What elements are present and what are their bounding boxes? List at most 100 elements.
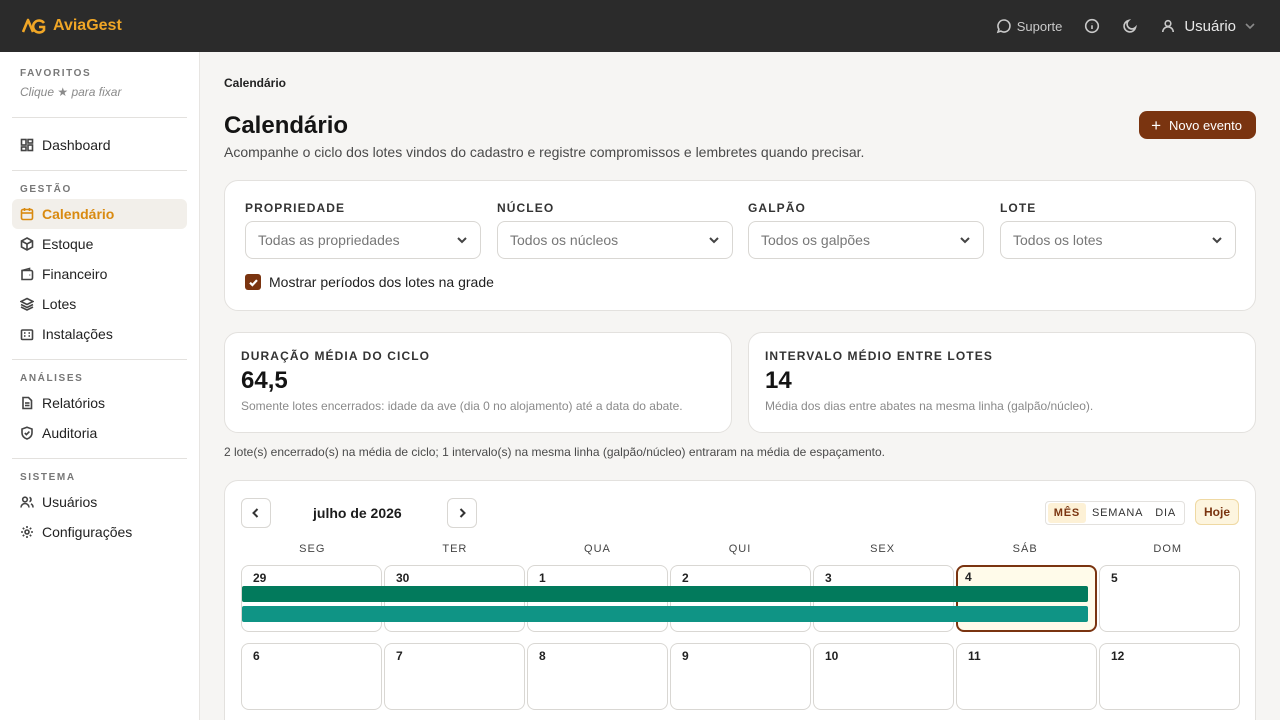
select-value: Todos os galpões <box>761 232 870 248</box>
plus-icon: + <box>1151 115 1161 135</box>
sidebar-item-label: Relatórios <box>42 395 106 411</box>
sidebar-item-label: Instalações <box>42 326 113 342</box>
sidebar-item-financeiro[interactable]: Financeiro <box>12 259 187 289</box>
calendar-day-cell[interactable]: 9 <box>670 643 811 710</box>
filter-propriedade: PROPRIEDADE Todas as propriedades <box>245 201 481 259</box>
day-number: 11 <box>968 649 981 663</box>
filter-label: NÚCLEO <box>497 201 555 215</box>
brand[interactable]: AviaGest <box>22 17 122 35</box>
calendar-day-cell[interactable]: 8 <box>527 643 668 710</box>
info-button[interactable] <box>1084 18 1100 34</box>
weekday-label: DOM <box>1153 543 1183 555</box>
day-number: 30 <box>396 571 410 585</box>
weekday-label: SÁB <box>1012 543 1038 555</box>
brand-logo-icon <box>22 18 46 34</box>
chevron-left-icon <box>252 508 259 518</box>
show-periods-checkbox[interactable] <box>245 274 261 290</box>
select-value: Todos os lotes <box>1013 232 1103 248</box>
moon-icon <box>1123 19 1138 33</box>
package-icon <box>20 237 34 251</box>
day-number: 9 <box>682 649 689 663</box>
sidebar-item-label: Estoque <box>42 236 94 252</box>
calendar-day-cell[interactable]: 7 <box>384 643 525 710</box>
calendar-day-cell[interactable]: 12 <box>1099 643 1240 710</box>
weekday-label: TER <box>442 543 468 555</box>
weekday-label: SEG <box>299 543 326 555</box>
view-day-option[interactable]: DIA <box>1149 503 1182 523</box>
brand-name: AviaGest <box>53 17 122 34</box>
show-periods-toggle[interactable]: Mostrar períodos dos lotes na grade <box>245 274 494 290</box>
gear-icon <box>21 526 33 538</box>
file-text-icon <box>22 396 33 410</box>
select-value: Todos os núcleos <box>510 232 619 248</box>
calendar-day-cell[interactable]: 5 <box>1099 565 1240 632</box>
chevron-down-icon <box>709 237 719 244</box>
weekday-label: SEX <box>870 543 896 555</box>
calendar-day-cell[interactable]: 10 <box>813 643 954 710</box>
stat-note: Média dos dias entre abates na mesma lin… <box>765 399 1094 413</box>
filter-label: GALPÃO <box>748 201 806 215</box>
shield-check-icon <box>21 426 33 440</box>
stat-card-cycle: DURAÇÃO MÉDIA DO CICLO 64,5 Somente lote… <box>224 332 732 433</box>
propriedade-select[interactable]: Todas as propriedades <box>245 221 481 259</box>
next-month-button[interactable] <box>447 498 477 528</box>
sidebar-item-dashboard[interactable]: Dashboard <box>12 130 187 160</box>
calendar-card: julho de 2026 MÊS SEMANA DIA Hoje SEG TE… <box>224 480 1256 720</box>
top-bar: AviaGest Suporte Usuário <box>0 0 1280 52</box>
lote-select[interactable]: Todos os lotes <box>1000 221 1236 259</box>
support-button[interactable]: Suporte <box>996 18 1063 34</box>
sidebar-item-calendario[interactable]: Calendário <box>12 199 187 229</box>
today-button[interactable]: Hoje <box>1194 499 1239 525</box>
calendar-icon <box>20 208 34 221</box>
batch-period-bar[interactable] <box>242 586 1088 602</box>
stat-value: 64,5 <box>241 367 288 394</box>
stat-card-interval: INTERVALO MÉDIO ENTRE LOTES 14 Média dos… <box>748 332 1256 433</box>
view-week-option[interactable]: SEMANA <box>1086 503 1149 523</box>
view-month-option[interactable]: MÊS <box>1047 503 1086 523</box>
chat-bubble-icon <box>996 19 1011 34</box>
sidebar-item-label: Financeiro <box>42 266 108 282</box>
prev-month-button[interactable] <box>241 498 271 528</box>
day-number: 12 <box>1111 649 1125 663</box>
sidebar-item-label: Configurações <box>42 524 133 540</box>
stat-note: Somente lotes encerrados: idade da ave (… <box>241 399 683 413</box>
filter-label: PROPRIEDADE <box>245 201 346 215</box>
sidebar-item-configuracoes[interactable]: Configurações <box>12 517 187 547</box>
section-title-sistema: SISTEMA <box>20 472 76 483</box>
dashboard-grid-icon <box>20 138 34 152</box>
filter-galpao: GALPÃO Todos os galpões <box>748 201 984 259</box>
favorites-title: FAVORITOS <box>20 68 92 79</box>
nucleo-select[interactable]: Todos os núcleos <box>497 221 733 259</box>
users-icon <box>20 496 34 508</box>
new-event-button[interactable]: + Novo evento <box>1139 111 1256 139</box>
calendar-day-cell[interactable]: 6 <box>241 643 382 710</box>
sidebar-item-estoque[interactable]: Estoque <box>12 229 187 259</box>
support-label: Suporte <box>1016 18 1063 34</box>
breadcrumb[interactable]: Calendário <box>224 76 286 90</box>
new-event-label: Novo evento <box>1169 117 1242 133</box>
galpao-select[interactable]: Todos os galpões <box>748 221 984 259</box>
day-number: 1 <box>539 571 546 585</box>
chevron-down-icon <box>1245 23 1255 30</box>
filter-nucleo: NÚCLEO Todos os núcleos <box>497 201 733 259</box>
weekday-label: QUA <box>584 543 611 555</box>
day-number: 4 <box>965 570 972 584</box>
sidebar-item-lotes[interactable]: Lotes <box>12 289 187 319</box>
sidebar: FAVORITOS Clique ★ para fixar Dashboard … <box>0 52 200 720</box>
sidebar-item-auditoria[interactable]: Auditoria <box>12 418 187 448</box>
user-menu[interactable]: Usuário <box>1160 18 1256 35</box>
filter-lote: LOTE Todos os lotes <box>1000 201 1236 259</box>
page-title: Calendário <box>224 112 349 139</box>
batch-period-bar[interactable] <box>242 606 1088 622</box>
sidebar-item-relatorios[interactable]: Relatórios <box>12 388 187 418</box>
sidebar-item-label: Auditoria <box>42 425 98 441</box>
sidebar-item-label: Usuários <box>42 494 98 510</box>
day-number: 29 <box>253 571 267 585</box>
filter-label: LOTE <box>1000 201 1037 215</box>
sidebar-item-instalacoes[interactable]: Instalações <box>12 319 187 349</box>
calendar-day-cell[interactable]: 11 <box>956 643 1097 710</box>
sidebar-item-usuarios[interactable]: Usuários <box>12 487 187 517</box>
theme-toggle-button[interactable] <box>1122 18 1138 34</box>
day-number: 8 <box>539 649 546 663</box>
info-icon <box>1085 18 1100 34</box>
